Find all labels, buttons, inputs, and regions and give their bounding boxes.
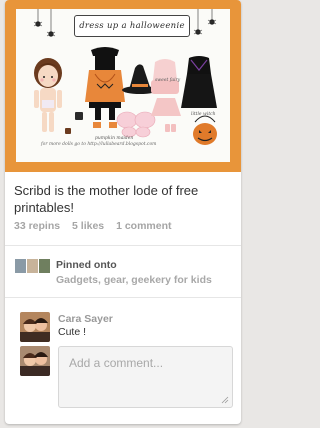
comment-input[interactable] [58, 346, 233, 408]
divider [5, 297, 241, 298]
avatar-photo [20, 346, 50, 376]
divider [5, 245, 241, 246]
paper-doll [34, 58, 62, 132]
repins-count[interactable]: 33 repins [14, 220, 60, 232]
pin-image[interactable]: dress up a halloweenie pumpkin maiden sw… [5, 0, 241, 172]
avatar[interactable] [20, 312, 50, 342]
resize-grip-icon[interactable] [221, 396, 229, 404]
board-thumbnail [39, 259, 50, 273]
pumpkin-bucket [193, 115, 217, 145]
comments-count[interactable]: 1 comment [116, 220, 171, 232]
spider-icon [207, 9, 217, 25]
likes-count[interactable]: 5 likes [72, 220, 104, 232]
board-thumbnails[interactable] [15, 259, 51, 273]
avatar[interactable] [20, 346, 50, 376]
spider-icon [46, 9, 56, 37]
spider-icon [193, 9, 203, 35]
board-name-link[interactable]: Gadgets, gear, geekery for kids [56, 274, 212, 286]
caption-top: sweet fairy [155, 78, 181, 83]
caption-witch: little witch [191, 112, 216, 117]
board-thumbnail [15, 259, 26, 273]
caption-dress: pumpkin maiden [95, 136, 134, 141]
comment-author[interactable]: Cara Sayer [58, 313, 113, 325]
fairy-wings [116, 111, 156, 138]
fairy-skirt [151, 98, 181, 116]
pin-stats: 33 repins 5 likes 1 comment [14, 220, 181, 232]
fairy-top [151, 59, 179, 94]
pin-card: dress up a halloweenie pumpkin maiden sw… [5, 0, 241, 424]
witch-dress [181, 56, 217, 108]
comment-text: Cute ! [58, 326, 87, 338]
board-thumbnail [27, 259, 38, 273]
pin-description: Scribd is the mother lode of free printa… [14, 183, 199, 215]
printable-footer-url: for more dolls go to http://lullabeard.b… [41, 142, 157, 147]
avatar-photo [20, 312, 50, 342]
spider-icon [33, 9, 43, 27]
pinned-onto-label: Pinned onto [56, 259, 117, 271]
